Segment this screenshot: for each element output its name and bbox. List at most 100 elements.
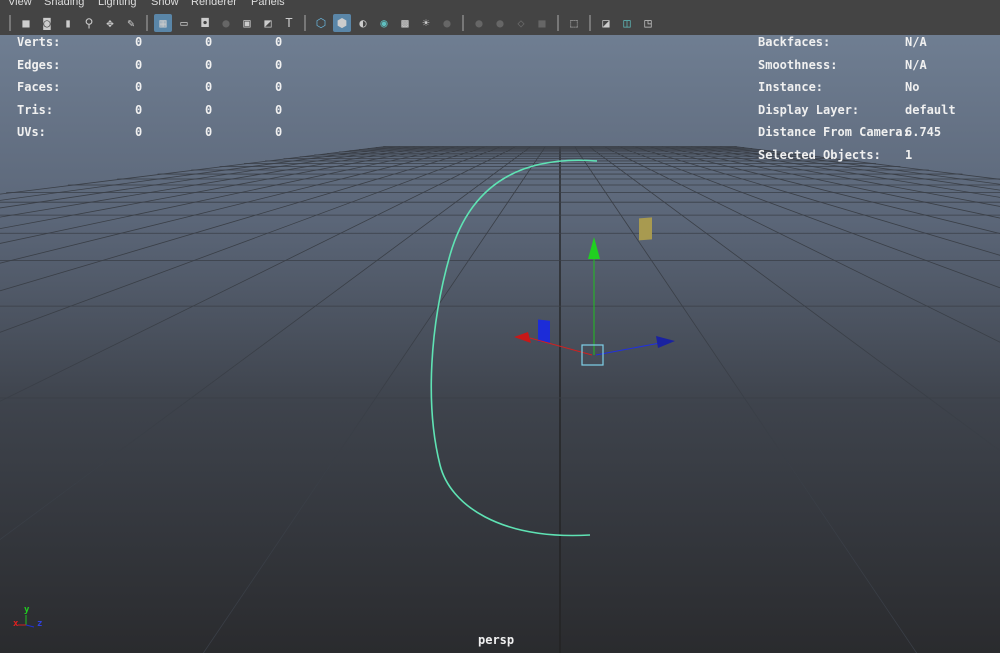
grid-line — [0, 146, 488, 292]
grease-pencil-icon[interactable]: ✎ — [122, 14, 140, 32]
motion-blur-icon[interactable]: ● — [491, 14, 509, 32]
stat-value: 0 — [275, 80, 283, 94]
stat-value: 0 — [205, 57, 213, 72]
lights-icon[interactable]: ☀ — [417, 14, 435, 32]
grid-line — [661, 146, 1000, 219]
stat-value: 0 — [135, 80, 143, 94]
stat-value: 0 — [135, 102, 143, 117]
stat-value: 0 — [205, 80, 213, 94]
menu-bar: View Shading Lighting Show Renderer Pane… — [0, 0, 1000, 11]
grid-icon[interactable]: ▦ — [154, 14, 172, 32]
stat-value: 0 — [205, 35, 213, 49]
isolate-select-icon[interactable]: ⬚ — [565, 14, 583, 32]
stat-label: Verts: — [17, 35, 61, 49]
center-manipulator[interactable] — [581, 344, 604, 366]
blue-plane-marker[interactable] — [538, 319, 550, 343]
wireframe-icon[interactable]: ⬡ — [312, 14, 330, 32]
depth-of-field-icon[interactable]: ■ — [533, 14, 551, 32]
menu-renderer[interactable]: Renderer — [191, 0, 237, 8]
axis-label-x: x — [13, 619, 19, 629]
yellow-plane-marker[interactable] — [639, 217, 652, 241]
anti-aliasing-icon[interactable]: ◇ — [512, 14, 530, 32]
bookmark-icon[interactable]: ▮ — [59, 14, 77, 32]
stat-value: 0 — [135, 35, 143, 49]
camera-attributes-icon[interactable]: ◙ — [38, 14, 56, 32]
safe-title-icon[interactable]: T — [280, 14, 298, 32]
stat-label: UVs: — [17, 125, 46, 139]
perspective-viewport[interactable]: Verts: 0 0 0 Edges: 0 0 0 Faces: 0 0 0 Tris: 0 0 0 UVs: 0… — [0, 35, 1000, 653]
menu-panels[interactable]: Panels — [251, 0, 285, 8]
stat-value: 0 — [275, 102, 283, 117]
menu-lighting[interactable]: Lighting — [98, 0, 137, 8]
grid-line — [676, 146, 1000, 207]
grid-line — [574, 146, 918, 653]
field-chart-icon[interactable]: ▣ — [238, 14, 256, 32]
stat-value: 0 — [275, 125, 283, 139]
nurbs-curve[interactable] — [430, 159, 598, 537]
view-axis-indicator — [18, 615, 35, 628]
separator — [557, 15, 559, 31]
xray-active-icon[interactable]: ◫ — [618, 14, 636, 32]
gate-mask-icon[interactable]: ● — [217, 14, 235, 32]
info-value: N/A — [905, 57, 927, 72]
grid-line — [734, 146, 1000, 180]
grid-line — [0, 146, 517, 402]
stat-label: Tris: — [17, 102, 54, 117]
z-axis-handle[interactable] — [595, 342, 661, 356]
xray-icon[interactable]: ◉ — [375, 14, 393, 32]
stat-value: 0 — [275, 35, 283, 49]
grid-line — [0, 146, 430, 218]
ground-grid — [0, 146, 1000, 653]
info-value: N/A — [905, 35, 927, 49]
x-axis-handle[interactable] — [529, 337, 593, 356]
info-value: 6.745 — [905, 125, 942, 139]
menu-show[interactable]: Show — [151, 0, 179, 8]
stat-value: 0 — [205, 102, 213, 117]
default-material-icon[interactable]: ◐ — [354, 14, 372, 32]
resolution-gate-icon[interactable]: ◘ — [196, 14, 214, 32]
menu-shading[interactable]: Shading — [44, 0, 84, 8]
stat-label: Edges: — [17, 57, 61, 72]
stat-label: Faces: — [17, 80, 61, 94]
grid-line — [618, 146, 1000, 289]
textured-icon[interactable]: ▩ — [396, 14, 414, 32]
separator — [462, 15, 464, 31]
separator — [304, 15, 306, 31]
info-label: Backfaces: — [758, 35, 831, 49]
separator — [146, 15, 148, 31]
grid-line — [0, 146, 502, 333]
xray-joints-icon[interactable]: ◪ — [597, 14, 615, 32]
stat-value: 0 — [135, 125, 143, 139]
axis-label-y: y — [24, 605, 30, 615]
grid-line — [632, 146, 1000, 256]
info-label: Smoothness: — [758, 57, 838, 72]
info-label: Instance: — [758, 80, 824, 94]
y-axis-arrow-icon[interactable] — [588, 237, 600, 259]
grid-line — [0, 146, 415, 209]
stat-value: 0 — [275, 57, 283, 72]
film-gate-icon[interactable]: ▭ — [175, 14, 193, 32]
menu-view[interactable]: View — [8, 0, 32, 8]
screen-space-ao-icon[interactable]: ● — [470, 14, 488, 32]
stat-value: 0 — [205, 125, 213, 139]
pan-zoom-icon[interactable]: ✥ — [101, 14, 119, 32]
two-panel-icon[interactable]: ◳ — [639, 14, 657, 32]
grid-line — [0, 146, 459, 244]
z-axis-arrow-icon[interactable] — [656, 336, 675, 348]
x-axis-arrow-icon[interactable] — [514, 332, 531, 343]
grid-line — [719, 146, 1000, 185]
grid-line — [202, 146, 546, 653]
axis-label-z: z — [37, 619, 43, 629]
camera-icon[interactable]: ■ — [17, 14, 35, 32]
panel-toolbar: ■ ◙ ▮ ⚲ ✥ ✎ ▦ ▭ ◘ ● ▣ ◩ T ⬡ ⬢ ◐ ◉ ▩ ☀ ● … — [0, 11, 1000, 35]
smooth-shade-icon[interactable]: ⬢ — [333, 14, 351, 32]
image-plane-icon[interactable]: ⚲ — [80, 14, 98, 32]
info-value: No — [905, 80, 920, 94]
grid-line — [0, 146, 401, 201]
shadows-icon[interactable]: ● — [438, 14, 456, 32]
info-label: Distance From Camera: — [758, 125, 910, 139]
safe-action-icon[interactable]: ◩ — [259, 14, 277, 32]
info-label: Selected Objects: — [758, 147, 881, 162]
grid-line — [0, 146, 532, 541]
stat-value: 0 — [135, 57, 143, 72]
